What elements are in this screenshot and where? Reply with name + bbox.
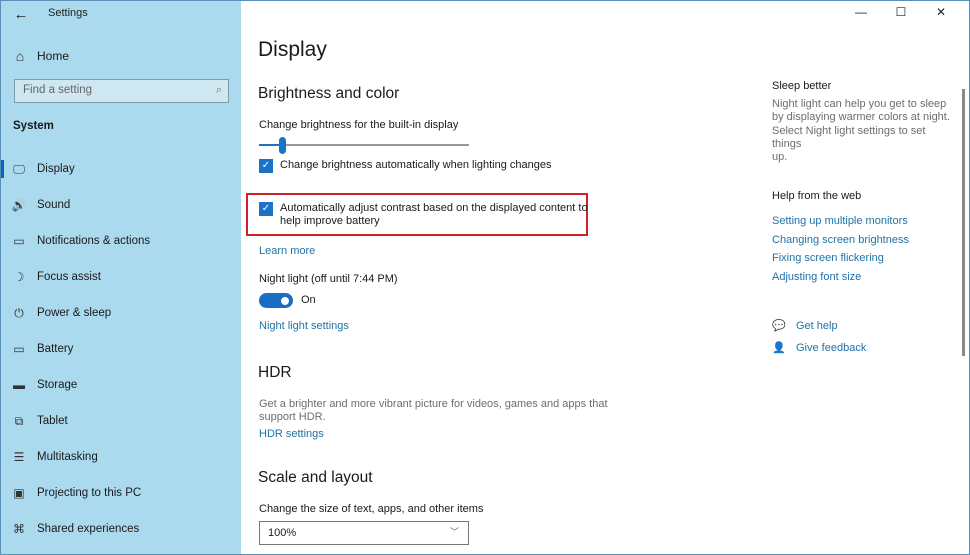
search-placeholder: Find a setting [23, 84, 93, 96]
learn-more-link[interactable]: Learn more [259, 245, 315, 257]
speaker-icon: 🔊 [11, 198, 27, 212]
scale-heading: Scale and layout [258, 469, 373, 486]
projecting-icon: ▣ [13, 486, 25, 500]
night-light-toggle[interactable] [259, 293, 293, 308]
sidebar-item-notifications[interactable]: ▭ Notifications & actions [1, 223, 241, 259]
sidebar-item-sound[interactable]: 🔊 Sound [1, 187, 241, 223]
close-icon[interactable]: ✕ [921, 5, 961, 19]
sidebar-item-battery[interactable]: ▭ Battery [1, 331, 241, 367]
sidebar-item-label: Projecting to this PC [37, 487, 142, 499]
sleep-better-text: Night light can help you get to sleep by… [772, 98, 957, 164]
auto-contrast-checkbox[interactable]: ✓ [259, 202, 273, 216]
sidebar-item-label: Display [37, 163, 75, 175]
sidebar-item-label: Focus assist [37, 271, 101, 283]
sidebar-item-label: Tablet [37, 415, 68, 427]
scale-label: Change the size of text, apps, and other… [259, 503, 484, 515]
caption-buttons: — ☐ ✕ [841, 5, 961, 19]
sidebar-item-home[interactable]: ⌂ Home [11, 45, 69, 67]
hdr-description-line1: Get a brighter and more vibrant picture … [259, 398, 608, 410]
sidebar-item-tablet[interactable]: ⧉ Tablet [1, 403, 241, 439]
web-link-screen-brightness[interactable]: Changing screen brightness [772, 234, 909, 246]
sidebar-item-label: Notifications & actions [37, 235, 151, 247]
sidebar-item-label: Shared experiences [37, 523, 140, 535]
toggle-knob [281, 296, 289, 305]
slider-track [259, 144, 469, 146]
night-light-settings-link[interactable]: Night light settings [259, 320, 349, 332]
auto-brightness-row[interactable]: ✓ Change brightness automatically when l… [259, 159, 552, 173]
notification-icon: ▭ [13, 234, 25, 248]
moon-icon: ☽ [13, 270, 25, 284]
chat-help-icon: 💬 [772, 320, 786, 332]
chevron-down-icon: ﹀ [449, 527, 459, 537]
brightness-slider[interactable] [259, 137, 469, 154]
main-content: Display Brightness and color Change brig… [241, 1, 761, 554]
minimize-icon[interactable]: — [841, 5, 881, 19]
sleep-line: Night light can help you get to sleep [772, 98, 947, 110]
slider-thumb[interactable] [279, 137, 286, 154]
sleep-better-heading: Sleep better [772, 80, 832, 92]
display-icon: 🖵 [13, 161, 25, 176]
auto-brightness-label: Change brightness automatically when lig… [280, 159, 552, 171]
sidebar-item-power-sleep[interactable]: ⏻ Power & sleep [1, 295, 241, 331]
get-help-link[interactable]: 💬 Get help [772, 319, 838, 333]
sleep-line: Select Night light settings to set thing… [772, 124, 926, 150]
sidebar-item-multitasking[interactable]: ☰ Multitasking [1, 439, 241, 475]
multitasking-icon: ☰ [13, 450, 25, 464]
help-web-heading: Help from the web [772, 190, 862, 202]
sidebar-item-projecting[interactable]: ▣ Projecting to this PC [1, 475, 241, 511]
auto-contrast-label-line2: help improve battery [280, 215, 380, 227]
tablet-icon: ⧉ [14, 413, 24, 428]
hdr-settings-link[interactable]: HDR settings [259, 428, 324, 440]
search-input[interactable]: Find a setting ⌕ [14, 79, 229, 103]
back-arrow-icon[interactable]: ← [11, 5, 31, 25]
storage-icon: ▬ [13, 378, 25, 392]
sidebar-item-storage[interactable]: ▬ Storage [1, 367, 241, 403]
search-icon[interactable]: ⌕ [216, 84, 222, 97]
give-feedback-link[interactable]: 👤 Give feedback [772, 341, 867, 355]
auto-brightness-checkbox[interactable]: ✓ [259, 159, 273, 173]
maximize-icon[interactable]: ☐ [881, 5, 921, 19]
web-link-multiple-monitors[interactable]: Setting up multiple monitors [772, 215, 908, 227]
scrollbar[interactable] [962, 89, 965, 356]
sidebar-item-label: Sound [37, 199, 71, 211]
power-icon: ⏻ [14, 305, 24, 320]
sidebar-item-focus-assist[interactable]: ☽ Focus assist [1, 259, 241, 295]
sidebar: ← Settings ⌂ Home Find a setting ⌕ Syste… [1, 1, 241, 554]
brightness-slider-label: Change brightness for the built-in displ… [259, 119, 459, 131]
feedback-person-icon: 👤 [772, 342, 786, 354]
sidebar-nav: 🖵 Display 🔊 Sound ▭ Notifications & acti… [1, 151, 241, 547]
page-title: Display [258, 38, 327, 61]
sidebar-item-display[interactable]: 🖵 Display [1, 151, 241, 187]
hdr-heading: HDR [258, 364, 292, 381]
auto-contrast-label: Automatically adjust contrast based on t… [280, 202, 588, 228]
brightness-heading: Brightness and color [258, 85, 400, 102]
related-pane: — ☐ ✕ Sleep better Night light can help … [761, 1, 970, 554]
night-light-label: Night light (off until 7:44 PM) [259, 273, 398, 285]
hdr-description-line2: support HDR. [259, 411, 326, 423]
sidebar-item-label: Power & sleep [37, 307, 112, 319]
battery-icon: ▭ [13, 342, 25, 356]
settings-window: ← Settings ⌂ Home Find a setting ⌕ Syste… [0, 0, 970, 555]
web-link-screen-flickering[interactable]: Fixing screen flickering [772, 252, 884, 264]
app-title: Settings [48, 7, 88, 19]
sidebar-item-label: Storage [37, 379, 78, 391]
get-help-label: Get help [796, 319, 838, 332]
home-icon: ⌂ [15, 48, 25, 64]
sleep-line: by displaying warmer colors at night. [772, 111, 950, 124]
web-link-font-size[interactable]: Adjusting font size [772, 271, 861, 283]
section-label-system: System [13, 120, 54, 132]
sidebar-item-label: Battery [37, 343, 74, 355]
scale-dropdown[interactable]: 100% ﹀ [259, 521, 469, 545]
sleep-line: up. [772, 151, 788, 164]
scale-dropdown-value: 100% [268, 527, 297, 539]
auto-contrast-row[interactable]: ✓ Automatically adjust contrast based on… [259, 202, 588, 228]
night-light-toggle-label: On [301, 294, 316, 306]
sidebar-item-label: Multitasking [37, 451, 98, 463]
auto-contrast-label-line1: Automatically adjust contrast based on t… [280, 202, 588, 214]
home-label: Home [37, 49, 70, 63]
give-feedback-label: Give feedback [796, 341, 867, 354]
titlebar: ← Settings [1, 1, 241, 29]
shared-experiences-icon: ⌘ [13, 522, 25, 536]
sidebar-item-shared-experiences[interactable]: ⌘ Shared experiences [1, 511, 241, 547]
